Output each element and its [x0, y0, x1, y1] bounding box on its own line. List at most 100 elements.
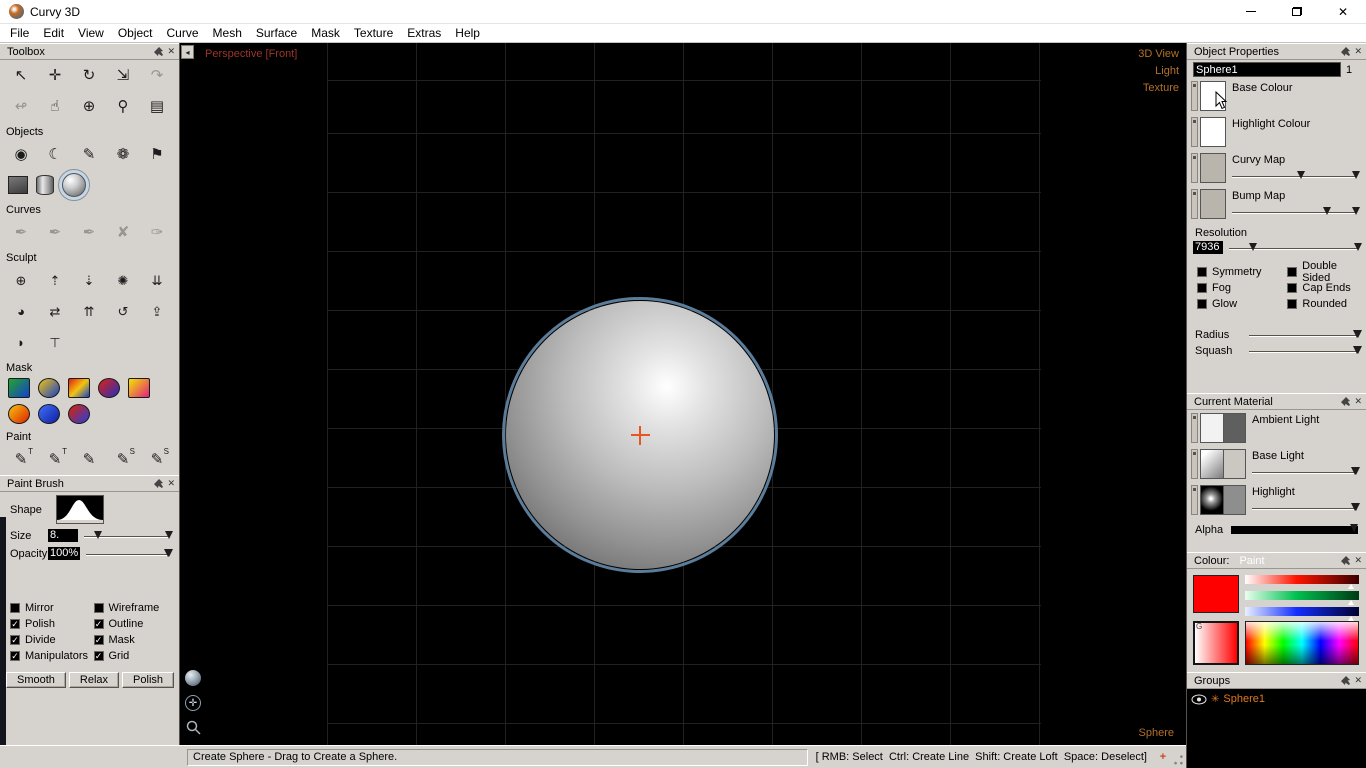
vp-mode-3d-view[interactable]: 3D View — [1138, 48, 1179, 60]
sculpt-lift-tool[interactable]: ⇪ — [144, 299, 170, 324]
paint-smear-tool[interactable]: ✎ S — [110, 447, 136, 472]
manipulators-checkbox[interactable]: ✓ Manipulators — [10, 648, 94, 664]
menu-item-surface[interactable]: Surface — [249, 26, 304, 40]
close-icon[interactable]: ✕ — [1353, 676, 1363, 685]
pan-tool[interactable]: ☝ — [42, 94, 68, 119]
checkbox-box[interactable]: ✓ — [10, 651, 20, 661]
select-tool[interactable]: ↖ — [8, 63, 34, 88]
pin-icon[interactable] — [1341, 397, 1351, 406]
curve-sharpen-tool[interactable]: ✒ — [76, 220, 102, 245]
focus-tool[interactable]: ⊕ — [76, 94, 102, 119]
sculpt-spike-tool[interactable]: ✺ — [110, 268, 136, 293]
curve-smooth-tool[interactable]: ✒ — [42, 220, 68, 245]
sculpt-raise-tool[interactable]: ⇡ — [42, 268, 68, 293]
paint-texture-alt-tool[interactable]: ✎ T — [42, 447, 68, 472]
symmetry-checkbox[interactable]: Symmetry — [1197, 264, 1287, 280]
checkbox-box[interactable] — [1287, 283, 1298, 293]
paint-texture-tool[interactable]: ✎ T — [8, 447, 34, 472]
vp-mode-light[interactable]: Light — [1155, 65, 1179, 77]
fog-checkbox[interactable]: Fog — [1197, 280, 1287, 296]
resolution-value[interactable]: 7936 — [1193, 241, 1223, 254]
saturation-picker[interactable]: G — [1193, 621, 1239, 665]
visibility-eye-icon[interactable] — [1191, 694, 1207, 705]
viewport-canvas[interactable]: Perspective [Front] 3D View Light Texture … — [180, 43, 1186, 745]
drag-tab-icon[interactable] — [1191, 485, 1198, 515]
menu-item-curve[interactable]: Curve — [160, 26, 206, 40]
sculpt-flatten-tool[interactable]: ⊤ — [42, 330, 68, 355]
double-sided-checkbox[interactable]: Double Sided — [1287, 260, 1366, 284]
close-icon[interactable]: ✕ — [1353, 397, 1363, 406]
lathe-object-tool[interactable]: ✎ — [76, 142, 102, 167]
polish-checkbox[interactable]: ✓ Polish — [10, 616, 94, 632]
redo-tool[interactable]: ↷ — [144, 63, 170, 88]
checkbox-box[interactable] — [1197, 267, 1207, 277]
squash-slider[interactable] — [1249, 345, 1362, 357]
checkbox-box[interactable]: ✓ — [10, 619, 20, 629]
menu-item-mask[interactable]: Mask — [304, 26, 347, 40]
minimize-button[interactable] — [1228, 0, 1274, 23]
drag-tab-icon[interactable] — [1191, 81, 1198, 111]
pin-icon[interactable] — [154, 479, 164, 488]
notes-tool[interactable]: ▤ — [144, 94, 170, 119]
mask-blue-tool[interactable] — [38, 404, 60, 424]
sphere-primitive-tool[interactable] — [58, 169, 90, 201]
mask-split-tool[interactable] — [68, 404, 90, 424]
brush-shape-thumbnail[interactable] — [56, 495, 104, 524]
mask-cube-green-blue-tool[interactable] — [8, 378, 30, 398]
rounded-checkbox[interactable]: Rounded — [1287, 296, 1366, 312]
sculpt-dent-tool[interactable]: ⇊ — [144, 268, 170, 293]
resolution-slider[interactable] — [1229, 242, 1362, 254]
checkbox-box[interactable] — [1197, 299, 1207, 309]
plane-object-tool[interactable]: ⚑ — [144, 142, 170, 167]
cylinder-primitive-tool[interactable] — [36, 175, 54, 195]
checkbox-box[interactable]: ✓ — [93, 619, 104, 629]
grid-checkbox[interactable]: ✓ Grid — [93, 648, 180, 664]
drag-tab-icon[interactable] — [1191, 117, 1198, 147]
pbtn-smooth[interactable]: Smooth — [6, 672, 66, 688]
mirror-checkbox[interactable]: Mirror — [10, 600, 94, 616]
curve-object-tool[interactable]: ☾ — [42, 142, 68, 167]
drag-tab-icon[interactable] — [1191, 189, 1198, 219]
close-icon[interactable]: ✕ — [166, 47, 176, 56]
sculpt-smooth-tool[interactable]: ↺ — [110, 299, 136, 324]
menu-item-view[interactable]: View — [71, 26, 111, 40]
object-name-input[interactable] — [1193, 62, 1341, 77]
curve-edit-tool[interactable]: ✑ — [144, 220, 170, 245]
checkbox-box[interactable] — [1287, 299, 1298, 309]
outline-checkbox[interactable]: ✓ Outline — [93, 616, 180, 632]
scale-tool[interactable]: ⇲ — [110, 63, 136, 88]
orbit-icon[interactable] — [185, 670, 201, 686]
lathe-tool[interactable]: ↫ — [8, 94, 34, 119]
paint-brush-tool[interactable]: ✎ — [76, 447, 102, 472]
red-channel-thumb[interactable] — [1348, 584, 1354, 589]
sculpt-wax-tool[interactable]: ◗ — [8, 330, 34, 355]
checkbox-box[interactable]: ✓ — [10, 635, 20, 645]
paint-smudge-tool[interactable]: ✎ S — [144, 447, 170, 472]
checkbox-box[interactable] — [1287, 267, 1298, 277]
rotate-tool[interactable]: ↻ — [76, 63, 102, 88]
dock-tab[interactable]: ◂ — [181, 45, 194, 59]
drag-tab-icon[interactable] — [1191, 153, 1198, 183]
sculpt-grow-tool[interactable]: ⇈ — [76, 299, 102, 324]
drag-tab-icon[interactable] — [1191, 449, 1198, 479]
mask-disc-red-blue-tool[interactable] — [98, 378, 120, 398]
collapsed-dock-strip[interactable] — [0, 517, 6, 745]
resize-grip[interactable] — [1171, 753, 1184, 767]
checkbox-box[interactable]: ✓ — [93, 635, 104, 645]
current-colour-swatch[interactable] — [1193, 575, 1239, 613]
sculpt-sphere-tool[interactable]: ⊕ — [8, 268, 34, 293]
green-channel-thumb[interactable] — [1348, 600, 1354, 605]
sculpt-inflate-tool[interactable]: ◕ — [8, 299, 34, 324]
glow-checkbox[interactable]: Glow — [1197, 296, 1287, 312]
pin-icon[interactable] — [154, 47, 164, 56]
opacity-value[interactable]: 100% — [48, 547, 81, 560]
blob-object-tool[interactable]: ◉ — [8, 142, 34, 167]
highlight-colour-swatch[interactable] — [1200, 117, 1226, 147]
divide-checkbox[interactable]: ✓ Divide — [10, 632, 94, 648]
mask-swirl-rainbow-tool[interactable] — [68, 378, 90, 398]
zoom-icon[interactable] — [186, 720, 201, 735]
green-channel-bar[interactable] — [1245, 591, 1359, 600]
move-tool[interactable]: ✛ — [42, 63, 68, 88]
close-button[interactable]: ✕ — [1320, 0, 1366, 23]
close-icon[interactable]: ✕ — [1353, 556, 1363, 565]
